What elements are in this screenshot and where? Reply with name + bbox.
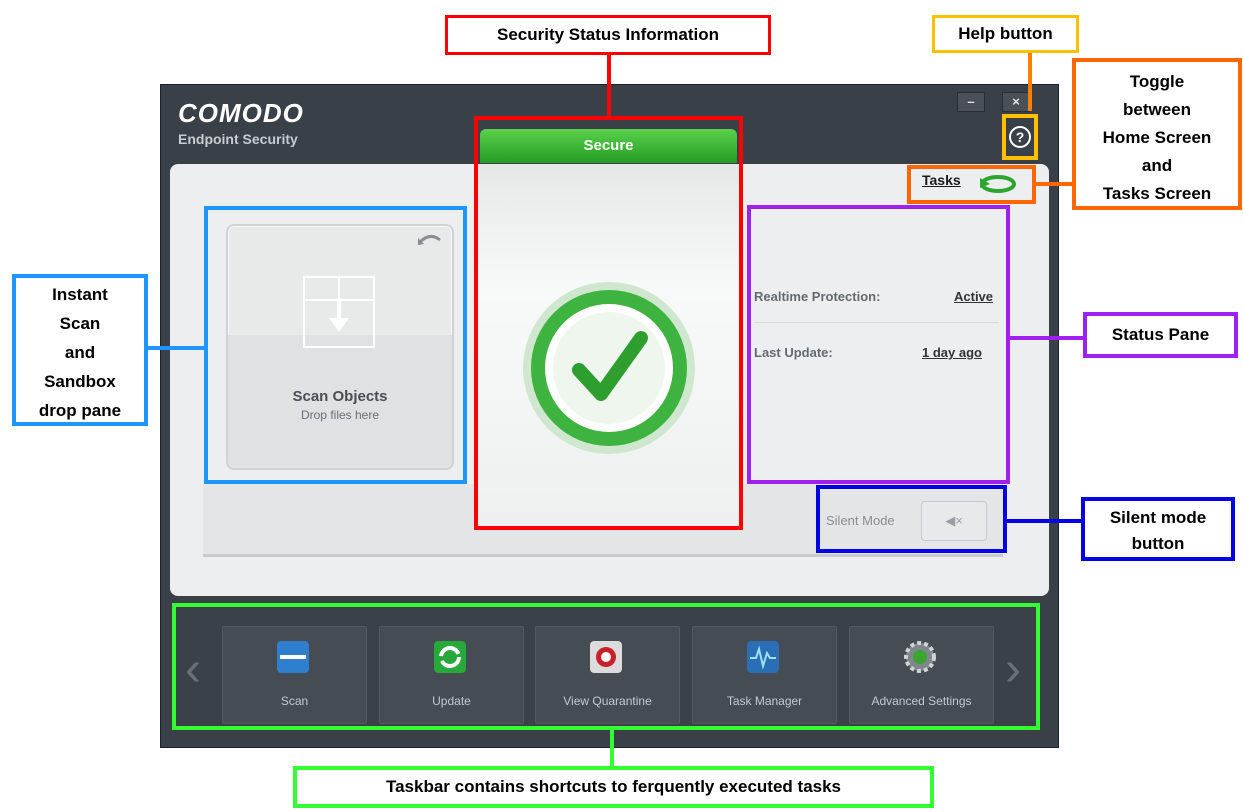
annotation-silent-mode: Silent mode button xyxy=(1081,497,1235,561)
annotation-frame-scan-pane xyxy=(204,206,467,484)
annotation-scan-pane: Instant Scan and Sandbox drop pane xyxy=(12,274,148,426)
annotation-connector xyxy=(1036,182,1072,186)
annotation-text: and xyxy=(64,343,96,362)
annotation-text: button xyxy=(1131,534,1185,553)
annotation-security-status: Security Status Information xyxy=(445,15,771,55)
annotation-text: between xyxy=(1122,100,1192,119)
annotation-frame-taskbar xyxy=(172,603,1040,730)
annotation-status-pane: Status Pane xyxy=(1083,312,1238,358)
annotation-taskbar: Taskbar contains shortcuts to ferquently… xyxy=(293,766,934,808)
annotation-connector xyxy=(607,55,611,117)
annotation-connector xyxy=(148,346,206,350)
annotation-frame-tasks xyxy=(907,165,1036,204)
annotation-text: Silent mode xyxy=(1109,508,1207,527)
annotation-connector xyxy=(1007,519,1081,523)
annotation-text: Instant xyxy=(52,285,108,304)
annotation-text: Scan xyxy=(59,314,101,333)
annotation-text: Toggle xyxy=(1129,72,1185,91)
annotation-frame-silent-mode xyxy=(816,485,1007,553)
brand-logo: COMODO xyxy=(178,98,304,128)
annotation-frame-status-pane xyxy=(747,205,1010,484)
close-button[interactable]: × xyxy=(1002,92,1030,112)
annotation-toggle-screens: Toggle between Home Screen and Tasks Scr… xyxy=(1072,58,1242,210)
annotation-text: drop pane xyxy=(38,401,122,420)
annotation-connector xyxy=(610,730,614,766)
annotation-help-button: Help button xyxy=(932,15,1079,53)
annotation-connector xyxy=(1028,53,1032,111)
annotation-text: Sandbox xyxy=(44,372,116,391)
product-name: Endpoint Security xyxy=(178,131,298,147)
annotation-text: Home Screen xyxy=(1102,128,1212,147)
annotation-connector xyxy=(1010,336,1083,340)
annotation-text: and xyxy=(1141,156,1173,175)
annotation-text: Tasks Screen xyxy=(1102,184,1212,203)
minimize-button[interactable]: – xyxy=(957,92,985,112)
annotation-frame-help xyxy=(1002,114,1038,160)
annotation-frame-security-status xyxy=(474,116,743,530)
